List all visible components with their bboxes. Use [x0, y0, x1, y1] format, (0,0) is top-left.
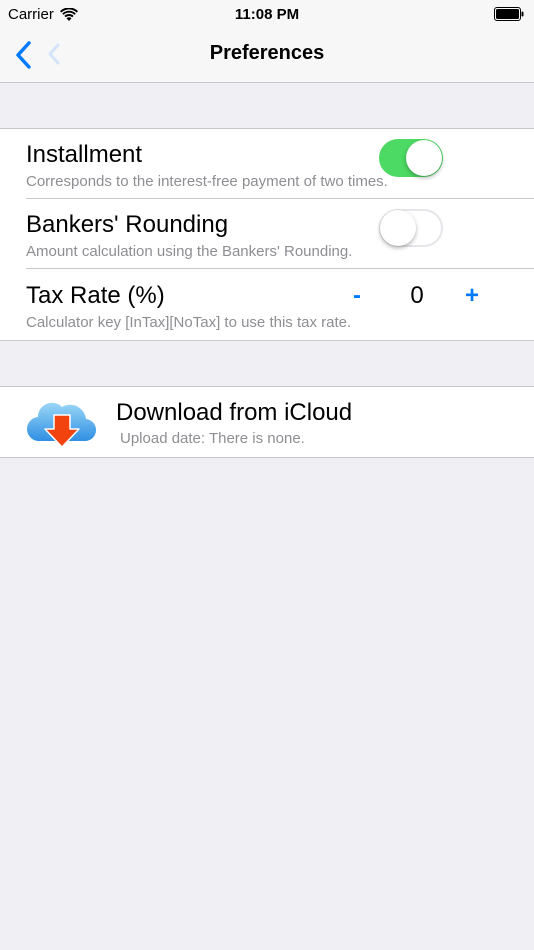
- settings-group: Installment Corresponds to the interest-…: [0, 128, 534, 341]
- installment-row: Installment Corresponds to the interest-…: [0, 129, 534, 199]
- tax-rate-decrement-button[interactable]: -: [348, 282, 366, 310]
- tax-rate-subtitle: Calculator key [InTax][NoTax] to use thi…: [26, 314, 352, 331]
- bankers-rounding-row: Bankers' Rounding Amount calculation usi…: [0, 199, 534, 269]
- tax-rate-value: 0: [410, 282, 424, 309]
- bankers-rounding-subtitle: Amount calculation using the Bankers' Ro…: [26, 243, 353, 260]
- navigation-bar: Preferences: [0, 28, 534, 83]
- installment-title: Installment: [26, 141, 143, 168]
- tax-rate-row: Tax Rate (%) Calculator key [InTax][NoTa…: [0, 270, 534, 340]
- download-icloud-title: Download from iCloud: [116, 399, 353, 426]
- download-icloud-subtitle: Upload date: There is none.: [120, 430, 305, 447]
- installment-toggle[interactable]: [379, 139, 443, 177]
- tax-rate-increment-button[interactable]: +: [461, 282, 483, 310]
- download-icloud-row[interactable]: Download from iCloud Upload date: There …: [0, 387, 534, 457]
- toggle-knob: [380, 210, 416, 246]
- installment-subtitle: Corresponds to the interest-free payment…: [26, 173, 388, 190]
- tax-rate-title: Tax Rate (%): [26, 282, 165, 309]
- battery-icon: [494, 7, 524, 21]
- status-time: 11:08 PM: [234, 6, 300, 23]
- bankers-rounding-toggle[interactable]: [379, 209, 443, 247]
- row-divider: [26, 268, 534, 269]
- status-bar: Carrier 11:08 PM: [0, 0, 534, 28]
- page-title: Preferences: [209, 42, 325, 64]
- toggle-knob: [406, 140, 442, 176]
- icloud-group: Download from iCloud Upload date: There …: [0, 386, 534, 458]
- bankers-rounding-title: Bankers' Rounding: [26, 211, 229, 238]
- cloud-download-icon: [27, 402, 96, 448]
